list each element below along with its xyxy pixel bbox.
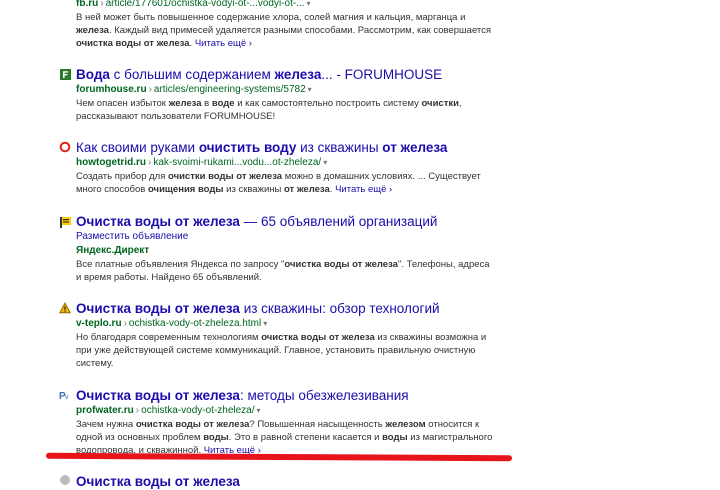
result-path[interactable]: article/177601/ochistka-vodyi-ot-...vody…: [106, 0, 305, 9]
yellow-flag-icon: [59, 216, 71, 228]
pw-logo-icon: Pv: [59, 389, 71, 401]
result-snippet: Создать прибор для очистки воды от желез…: [76, 171, 481, 195]
result-snippet: Все платные объявления Яндекса по запрос…: [76, 259, 490, 283]
result-path[interactable]: articles/engineering-systems/5782: [154, 84, 306, 95]
dropdown-arrow-icon[interactable]: ▾: [261, 319, 267, 328]
result-url[interactable]: howtogetrid.ru › kak-svoimi-rukami...vodu.…: [76, 156, 496, 170]
result-url[interactable]: forumhouse.ru › articles/engineering-syste…: [76, 83, 496, 97]
result-title-link[interactable]: Очистка воды от железа из скважины: обзо…: [76, 300, 496, 317]
red-circle-icon: [59, 141, 71, 153]
result-snippet: Но благодаря современным технологиям очи…: [76, 332, 487, 369]
search-result: Очистка воды от железа из скважины: обзо…: [59, 300, 496, 370]
result-url[interactable]: profwater.ru › ochistka-vody-ot-zheleza/▾: [76, 404, 496, 418]
search-result: Очистка воды от железа — 65 объявлений о…: [59, 213, 496, 284]
result-title-link[interactable]: Очистка воды от железа: [76, 473, 496, 490]
result-domain[interactable]: v-teplo.ru: [76, 318, 122, 329]
search-result: Очистка воды от железа: [60, 473, 496, 490]
read-more-link[interactable]: Читать ещё ›: [335, 184, 392, 195]
result-title-link[interactable]: Как своими руками очистить воду из скваж…: [76, 139, 496, 156]
red-underline-annotation: [45, 452, 513, 462]
result-domain[interactable]: howtogetrid.ru: [76, 157, 146, 168]
result-domain[interactable]: profwater.ru: [76, 405, 134, 416]
dropdown-arrow-icon[interactable]: ▾: [305, 0, 311, 8]
svg-text:v: v: [65, 394, 69, 401]
result-url[interactable]: fb.ru › article/177601/ochistka-vodyi-ot-.…: [76, 0, 496, 11]
search-result: fb.ru › article/177601/ochistka-vodyi-ot-.…: [76, 0, 496, 50]
result-path[interactable]: ochistka-vody-ot-zheleza.html: [129, 318, 261, 329]
search-result: Pv Очистка воды от железа: методы обезже…: [59, 387, 496, 457]
result-title-link[interactable]: Очистка воды от железа: методы обезжелез…: [76, 387, 496, 404]
result-snippet: Зачем нужна очистка воды от железа? Повы…: [76, 419, 493, 456]
dropdown-arrow-icon[interactable]: ▾: [306, 85, 312, 94]
place-ad-link[interactable]: Разместить объявление: [76, 230, 496, 244]
result-domain[interactable]: forumhouse.ru: [76, 84, 147, 95]
warning-triangle-icon: [59, 302, 71, 314]
result-path[interactable]: ochistka-vody-ot-zheleza/: [141, 405, 254, 416]
read-more-link[interactable]: Читать ещё ›: [195, 38, 252, 49]
search-result: Как своими руками очистить воду из скваж…: [59, 139, 496, 196]
result-snippet: Чем опасен избыток железа в воде и как с…: [76, 98, 462, 122]
yandex-direct-label[interactable]: Яндекс.Директ: [76, 244, 496, 258]
f-letter-icon: [59, 68, 71, 80]
result-url[interactable]: v-teplo.ru › ochistka-vody-ot-zheleza.html…: [76, 317, 496, 331]
result-domain[interactable]: fb.ru: [76, 0, 98, 9]
partial-icon: [59, 474, 71, 486]
result-path[interactable]: kak-svoimi-rukami...vodu...ot-zheleza/: [153, 157, 321, 168]
result-snippet: В ней может быть повышенное содержание х…: [76, 12, 492, 49]
dropdown-arrow-icon[interactable]: ▾: [321, 158, 327, 167]
result-title-link[interactable]: Очистка воды от железа — 65 объявлений о…: [76, 213, 496, 230]
dropdown-arrow-icon[interactable]: ▾: [255, 406, 261, 415]
search-result: Вода с большим содержанием железа... - F…: [59, 66, 496, 123]
result-title-link[interactable]: Вода с большим содержанием железа... - F…: [76, 66, 496, 83]
